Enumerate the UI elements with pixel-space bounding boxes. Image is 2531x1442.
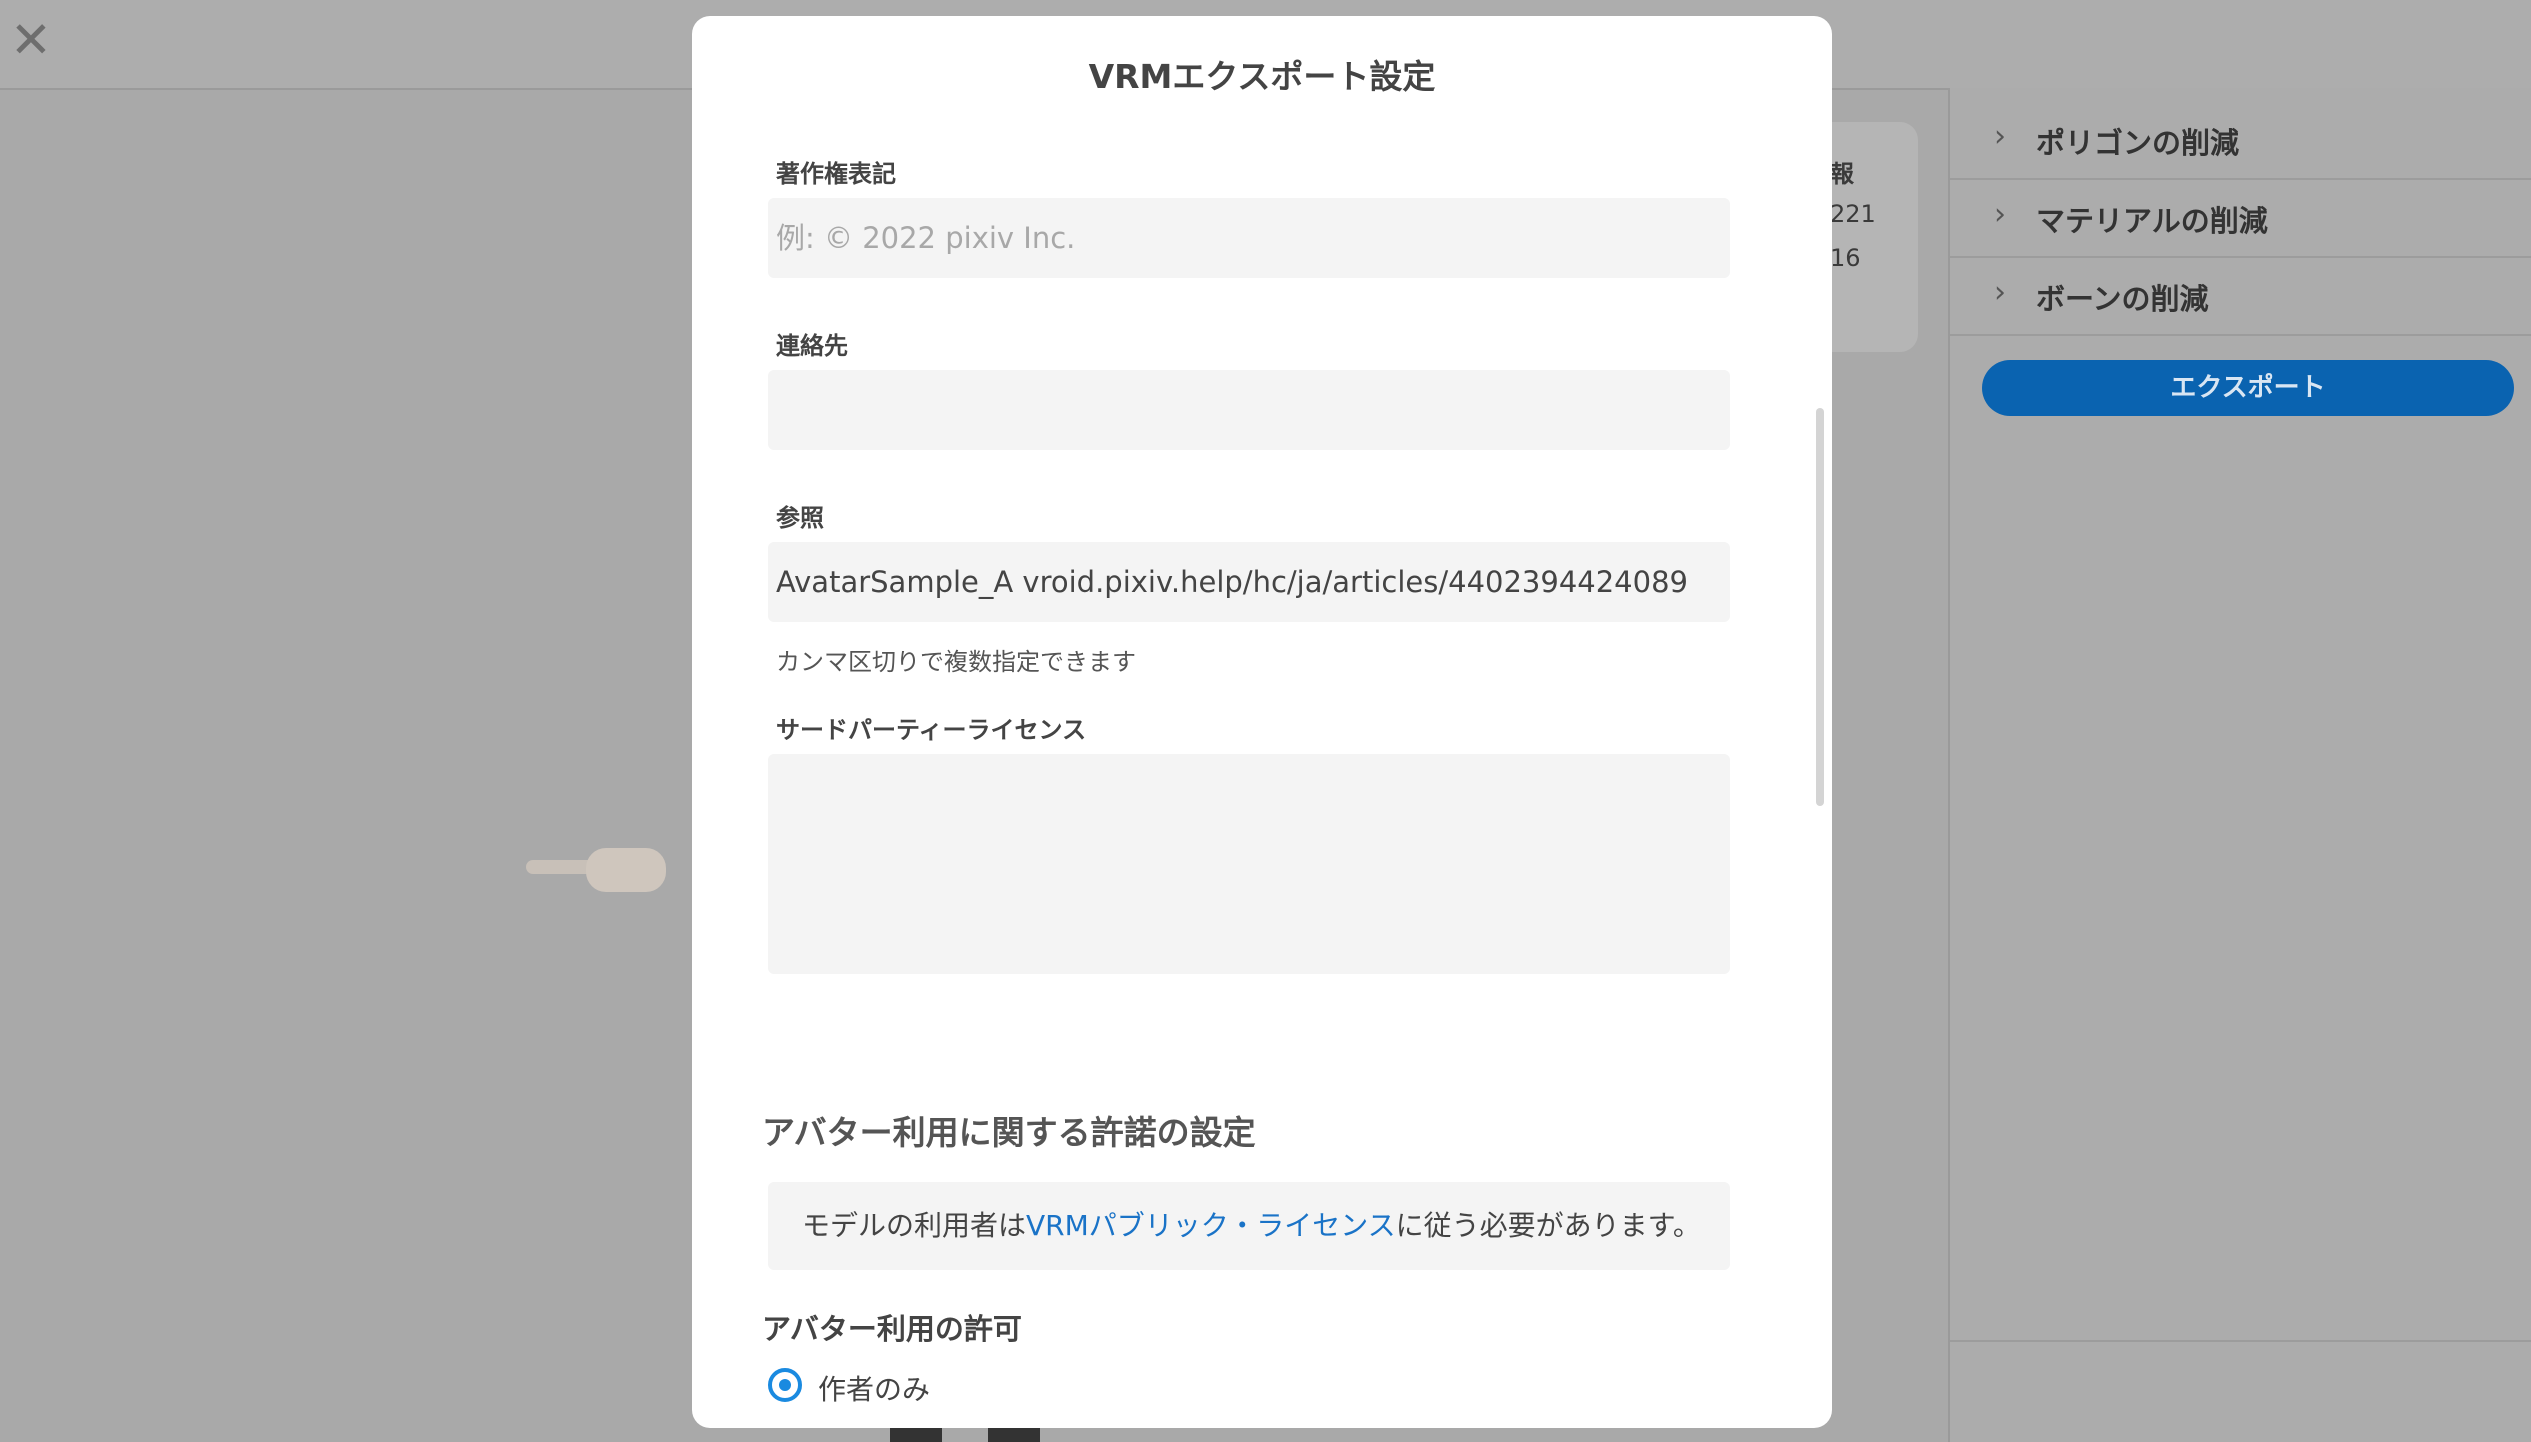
info-value-2: 16 bbox=[1830, 244, 1861, 272]
radio-author-only-label: 作者のみ bbox=[818, 1373, 931, 1406]
reference-label: 参照 bbox=[776, 504, 824, 532]
reduce-bones-label: ボーンの削減 bbox=[2036, 282, 2209, 316]
chevron-right-icon: › bbox=[1994, 197, 2006, 232]
info-title: 報 bbox=[1830, 160, 1854, 188]
reduce-materials-label: マテリアルの削減 bbox=[2036, 204, 2268, 238]
vrm-public-license-link[interactable]: VRMパブリック・ライセンス bbox=[1026, 1209, 1396, 1242]
third-party-license-textarea[interactable] bbox=[768, 754, 1730, 974]
export-button[interactable]: エクスポート bbox=[1982, 360, 2514, 416]
right-panel: › ポリゴンの削減 › マテリアルの削減 › ボーンの削減 エクスポート bbox=[1948, 88, 2531, 1442]
reference-hint: カンマ区切りで複数指定できます bbox=[776, 648, 1136, 676]
chevron-right-icon: › bbox=[1994, 119, 2006, 154]
reduce-polygons-item[interactable]: › ポリゴンの削減 bbox=[1950, 102, 2531, 180]
license-notice: モデルの利用者はVRMパブリック・ライセンスに従う必要があります。 bbox=[768, 1182, 1730, 1270]
contact-input[interactable] bbox=[768, 370, 1730, 450]
modal-scrollbar[interactable] bbox=[1816, 408, 1824, 806]
third-party-license-label: サードパーティーライセンス bbox=[776, 716, 1087, 744]
avatar-permission-title: アバター利用の許可 bbox=[762, 1312, 1022, 1346]
reduce-bones-item[interactable]: › ボーンの削減 bbox=[1950, 258, 2531, 336]
reduce-materials-item[interactable]: › マテリアルの削減 bbox=[1950, 180, 2531, 258]
reference-input[interactable]: AvatarSample_A vroid.pixiv.help/hc/ja/ar… bbox=[768, 542, 1730, 622]
chevron-right-icon: › bbox=[1994, 275, 2006, 310]
license-notice-suffix: に従う必要があります。 bbox=[1395, 1209, 1701, 1242]
permission-section-title: アバター利用に関する許諾の設定 bbox=[762, 1113, 1256, 1152]
copyright-input[interactable]: 例: © 2022 pixiv Inc. bbox=[768, 198, 1730, 278]
modal-title: VRMエクスポート設定 bbox=[1088, 57, 1436, 96]
contact-label: 連絡先 bbox=[776, 332, 848, 360]
reduce-polygons-label: ポリゴンの削減 bbox=[2036, 126, 2240, 160]
divider bbox=[1950, 1340, 2531, 1342]
info-value-1: 221 bbox=[1830, 200, 1876, 228]
close-icon[interactable]: ✕ bbox=[10, 14, 52, 66]
radio-selected-icon[interactable] bbox=[768, 1368, 802, 1402]
license-notice-prefix: モデルの利用者は bbox=[802, 1209, 1027, 1242]
copyright-label: 著作権表記 bbox=[776, 160, 896, 188]
vrm-export-settings-modal: VRMエクスポート設定 著作権表記 例: © 2022 pixiv Inc. 連… bbox=[692, 16, 1832, 1428]
